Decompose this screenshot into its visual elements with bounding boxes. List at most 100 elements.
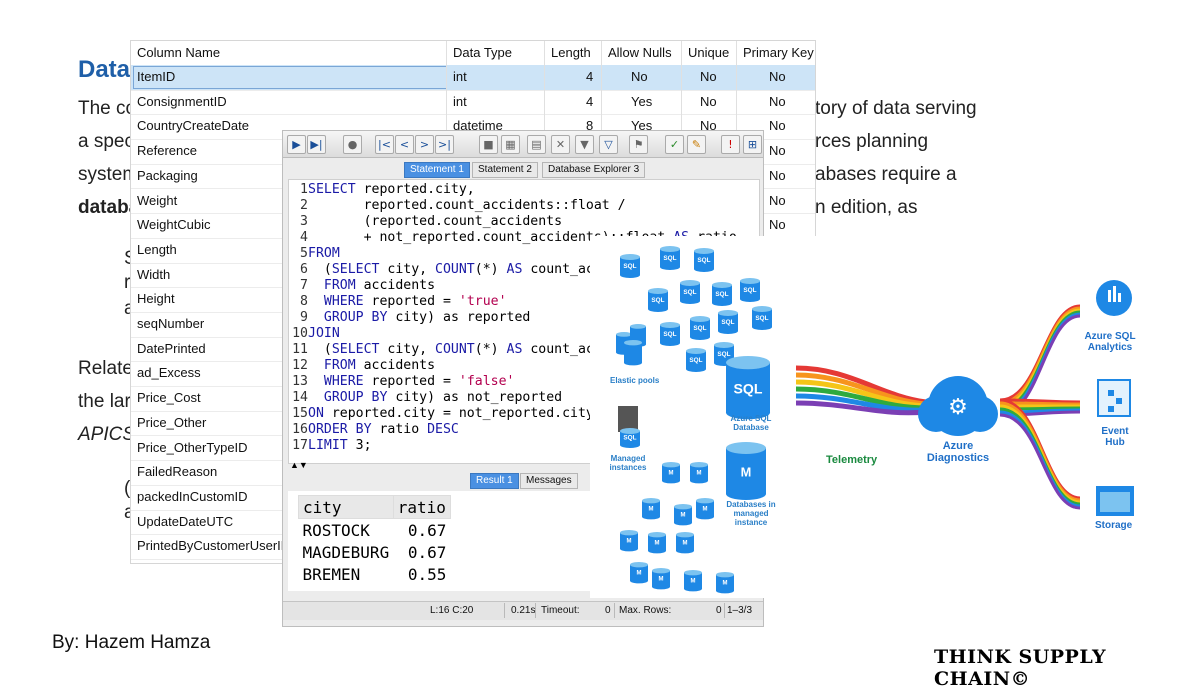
header-unique[interactable]: Unique	[688, 45, 729, 60]
slide-text: APICS	[78, 424, 136, 445]
cell-column-name: ad_Excess	[137, 365, 201, 381]
header-data-type[interactable]: Data Type	[453, 45, 512, 60]
managed-database-icon-glyph: M	[659, 577, 664, 583]
cell-column-name: PrintedByCustomerUserID	[137, 538, 291, 554]
cell-column-name: Reference	[137, 143, 197, 159]
cell-column-name: Height	[137, 291, 175, 307]
delete-row-icon[interactable]: ✕	[551, 135, 570, 154]
label-azure-diagnostics: Azure Diagnostics	[926, 440, 990, 464]
first-icon[interactable]: |<	[375, 135, 394, 154]
managed-database-icon-glyph: M	[649, 507, 654, 513]
header-allow-nulls[interactable]: Allow Nulls	[608, 45, 672, 60]
table-row[interactable]: ConsignmentID int 4 Yes No No	[131, 90, 815, 116]
prev-icon[interactable]: <	[395, 135, 414, 154]
copy-row-icon[interactable]: ▤	[527, 135, 546, 154]
result-col-ratio[interactable]: ratio	[392, 495, 451, 519]
code-line[interactable]: 15ON reported.city = not_reported.city	[289, 406, 594, 422]
sql-database-icon-base	[680, 298, 700, 304]
table-row[interactable]: MAGDEBURG 0.67	[299, 541, 451, 563]
managed-database-icon-glyph: M	[681, 513, 686, 519]
code-line[interactable]: 2 reported.count_accidents::float /	[289, 198, 626, 214]
run-step-icon[interactable]: ▶|	[307, 135, 326, 154]
grid-icon[interactable]: ⊞	[743, 135, 762, 154]
header-length[interactable]: Length	[551, 45, 591, 60]
cell-column-name: packedInCustomID	[137, 488, 248, 504]
run-icon[interactable]: ▶	[287, 135, 306, 154]
filter-icon[interactable]: ▽	[599, 135, 618, 154]
stop-icon[interactable]: ●	[343, 135, 362, 154]
collapse-handle-icon[interactable]: ▲▼	[290, 460, 308, 470]
sql-database-icon-glyph: SQL	[755, 315, 768, 322]
maxrows-value[interactable]: 0	[716, 605, 722, 616]
code-line[interactable]: 10JOIN	[289, 326, 340, 342]
edit-icon[interactable]: ✎	[687, 135, 706, 154]
code-line[interactable]: 3 (reported.count_accidents	[289, 214, 562, 230]
table-row[interactable]: ROSTOCK 0.67	[299, 519, 451, 542]
insert-row-icon[interactable]: ▦	[501, 135, 520, 154]
slide-text: tory of data serving	[815, 98, 977, 119]
table-row[interactable]: BREMEN 0.55	[299, 563, 451, 585]
elastic-pool-icon-top	[630, 324, 646, 329]
sql-database-icon-glyph: SQL	[683, 289, 696, 296]
timeout-value[interactable]: 0	[605, 605, 611, 616]
managed-instance-icon-top	[620, 428, 640, 434]
cell-column-name: UpdateDateUTC	[137, 513, 234, 529]
managed-database-icon-glyph: M	[669, 471, 674, 477]
code-line[interactable]: 17LIMIT 3;	[289, 438, 371, 454]
sql-database-icon-top	[740, 278, 760, 284]
check-icon[interactable]: ✓	[665, 135, 684, 154]
line-number: 15	[292, 406, 308, 421]
code-line[interactable]: 8 WHERE reported = 'true'	[289, 294, 506, 310]
header-primary-key[interactable]: Primary Key	[743, 45, 814, 60]
save-icon[interactable]: ■	[479, 135, 498, 154]
elastic-pool-icon-base	[624, 360, 642, 366]
tab-statement-1[interactable]: Statement 1	[404, 162, 470, 178]
managed-database-icon-top	[716, 572, 734, 578]
line-number: 2	[300, 198, 308, 213]
code-line[interactable]: 16ORDER BY ratio DESC	[289, 422, 459, 438]
tab-result-1[interactable]: Result 1	[470, 473, 519, 489]
tab-messages[interactable]: Messages	[520, 473, 578, 489]
code-text: SELECT reported.city,	[308, 182, 475, 197]
sql-database-icon-glyph: SQL	[663, 255, 676, 262]
cell-allow-nulls: Yes	[631, 93, 653, 109]
funnel-icon[interactable]: ⚑	[629, 135, 648, 154]
maxrows-label: Max. Rows:	[619, 605, 672, 616]
result-col-city[interactable]: city	[298, 495, 394, 519]
cell-column-name: Price_Cost	[137, 390, 201, 406]
code-line[interactable]: 5FROM	[289, 246, 340, 262]
managed-database-icon-glyph: M	[697, 471, 702, 477]
label-elastic-pools: Elastic pools	[610, 376, 660, 385]
code-line[interactable]: 1SELECT reported.city,	[289, 182, 475, 198]
error-icon[interactable]: !	[721, 135, 740, 154]
code-line[interactable]: 7 FROM accidents	[289, 278, 435, 294]
analytics-bar	[1113, 286, 1116, 302]
tab-database-explorer[interactable]: Database Explorer 3	[542, 162, 646, 178]
line-number: 13	[292, 374, 308, 389]
event-hub-dot	[1116, 398, 1122, 404]
cell-length: 4	[586, 93, 594, 109]
sql-database-icon-top	[752, 306, 772, 312]
next-icon[interactable]: >	[415, 135, 434, 154]
tab-statement-2[interactable]: Statement 2	[472, 162, 538, 178]
managed-database-icon-base	[696, 514, 714, 520]
code-text: GROUP BY city) as not_reported	[323, 390, 563, 405]
azure-sql-database-icon-glyph: SQL	[734, 381, 763, 397]
sql-database-icon-glyph: SQL	[663, 331, 676, 338]
header-column-name[interactable]: Column Name	[137, 45, 220, 60]
table-row[interactable]: ItemID int 4 No No No	[131, 65, 815, 91]
cell-column-name: CountryCreateDate	[137, 118, 249, 134]
code-line[interactable]: 13 WHERE reported = 'false'	[289, 374, 514, 390]
selection-outline	[133, 66, 447, 89]
managed-database-icon-glyph: M	[703, 507, 708, 513]
code-text: GROUP BY city) as reported	[323, 310, 531, 325]
slide-text: abases require a	[815, 164, 957, 185]
sql-database-icon-base	[660, 340, 680, 346]
code-line[interactable]: 14 GROUP BY city) as not_reported	[289, 390, 562, 406]
commit-icon[interactable]: ▼	[575, 135, 594, 154]
managed-database-icon-top	[690, 462, 708, 468]
code-line[interactable]: 9 GROUP BY city) as reported	[289, 310, 530, 326]
last-icon[interactable]: >|	[435, 135, 454, 154]
sql-database-icon-glyph: SQL	[693, 325, 706, 332]
code-line[interactable]: 12 FROM accidents	[289, 358, 435, 374]
